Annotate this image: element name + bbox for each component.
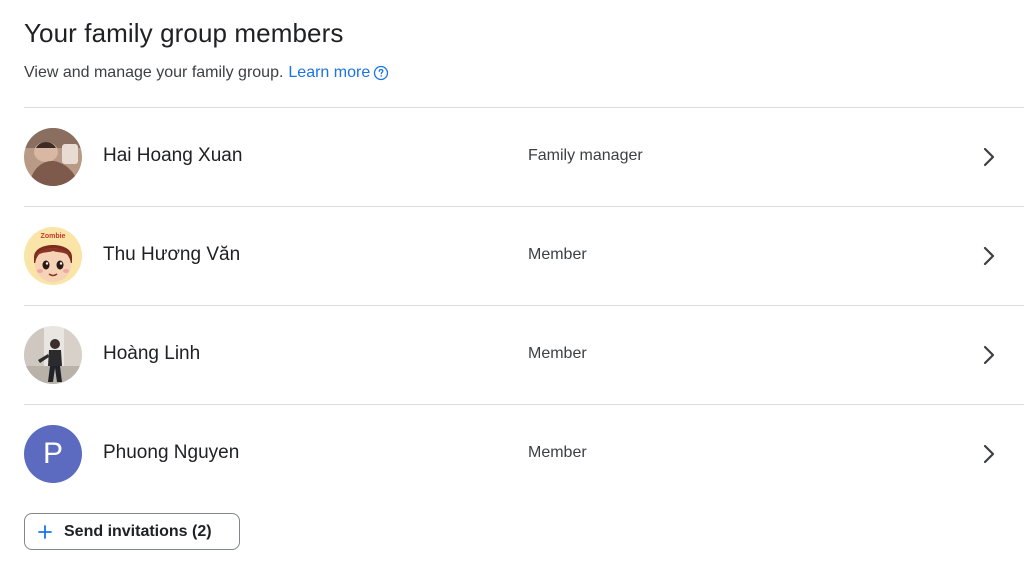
send-invitations-button[interactable]: Send invitations (2) xyxy=(24,513,240,550)
chevron-right-icon xyxy=(983,345,995,365)
member-role: Member xyxy=(528,444,587,461)
chevron-right-icon xyxy=(983,444,995,464)
member-name: Phuong Nguyen xyxy=(103,442,240,463)
help-icon[interactable] xyxy=(373,65,389,81)
member-row[interactable]: Hai Hoang Xuan Family manager xyxy=(24,108,1024,207)
subtitle-text: View and manage your family group. xyxy=(24,64,284,81)
member-name: Hoàng Linh xyxy=(103,343,201,364)
avatar xyxy=(24,326,82,384)
avatar: Zombie xyxy=(24,227,82,285)
member-name: Thu Hương Văn xyxy=(103,244,241,265)
member-row[interactable]: Hoàng Linh Member xyxy=(24,306,1024,405)
member-list: Hai Hoang Xuan Family manager Zombie Thu… xyxy=(24,107,1024,503)
avatar-logo-text: Zombie xyxy=(41,233,66,240)
chevron-right-icon xyxy=(983,246,995,266)
learn-more-link[interactable]: Learn more xyxy=(288,64,370,82)
member-row[interactable]: Zombie Thu Hương Văn Member xyxy=(24,207,1024,306)
member-name: Hai Hoang Xuan xyxy=(103,145,243,166)
family-group-page: Your family group members View and manag… xyxy=(0,0,1024,578)
avatar: P xyxy=(24,425,82,483)
chevron-right-icon xyxy=(983,147,995,167)
member-role: Family manager xyxy=(528,147,643,164)
avatar xyxy=(24,128,82,186)
plus-icon xyxy=(38,524,52,539)
member-row[interactable]: P Phuong Nguyen Member xyxy=(24,405,1024,503)
member-role: Member xyxy=(528,345,587,362)
member-role: Member xyxy=(528,246,587,263)
send-invitations-label: Send invitations (2) xyxy=(64,522,212,540)
page-title: Your family group members xyxy=(24,18,344,48)
page-subtitle: View and manage your family group. Learn… xyxy=(24,64,389,82)
